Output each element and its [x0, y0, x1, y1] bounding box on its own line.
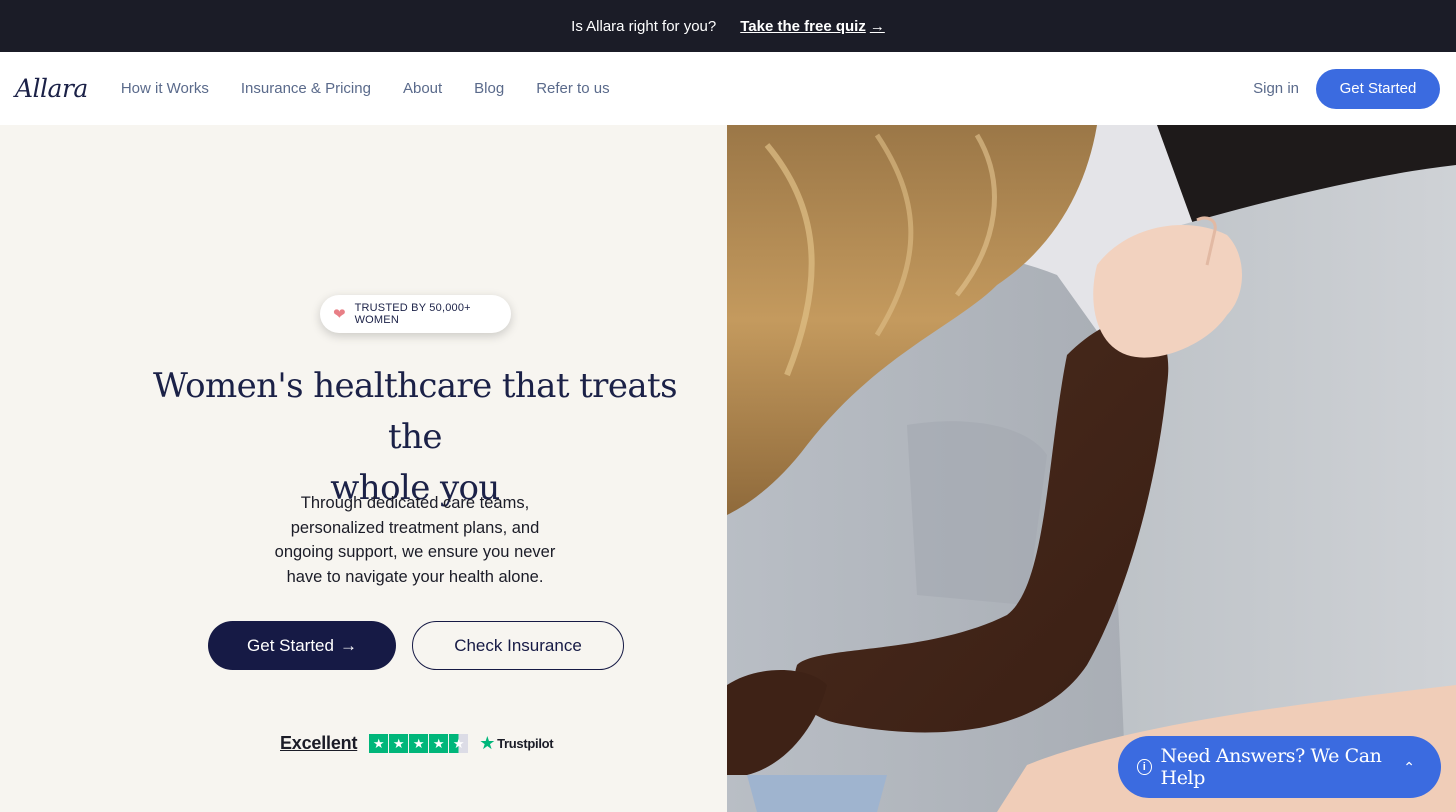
hero-photo-illustration: [727, 125, 1456, 812]
nav-link-insurance-pricing[interactable]: Insurance & Pricing: [241, 80, 371, 97]
chevron-up-icon: ⌃: [1403, 758, 1415, 775]
allara-logo[interactable]: Allara: [15, 74, 88, 103]
main-nav: Allara How it Works Insurance & Pricing …: [0, 52, 1456, 125]
star-icon: ★: [429, 734, 449, 753]
help-chat-widget[interactable]: i Need Answers? We Can Help ⌃: [1118, 736, 1441, 798]
help-widget-label: Need Answers? We Can Help: [1160, 745, 1382, 789]
take-quiz-link[interactable]: Take the free quiz →: [740, 18, 885, 35]
nav-link-about[interactable]: About: [403, 80, 442, 97]
nav-get-started-button[interactable]: Get Started: [1316, 68, 1440, 109]
star-icon: ★: [409, 734, 429, 753]
hero-get-started-button[interactable]: Get Started →: [208, 621, 396, 670]
hero-photo: [727, 125, 1456, 812]
sign-in-link[interactable]: Sign in: [1253, 80, 1299, 97]
nav-actions: Sign in Get Started: [1253, 68, 1440, 109]
arrow-right-icon: →: [869, 17, 885, 35]
nav-link-blog[interactable]: Blog: [474, 80, 504, 97]
trustpilot-rating[interactable]: Excellent ★ ★ ★ ★ ★ ★ Trustpilot: [280, 733, 554, 754]
info-icon: i: [1137, 759, 1152, 775]
hero-content: ❤ TRUSTED BY 50,000+ WOMEN Women's healt…: [0, 125, 727, 812]
take-quiz-label: Take the free quiz: [740, 17, 866, 35]
hero-subtitle: Through dedicated care teams, personaliz…: [274, 494, 556, 586]
hero-headline-line1: Women's healthcare that treats the: [153, 366, 678, 457]
nav-link-how-it-works[interactable]: How it Works: [121, 80, 209, 97]
star-icon: ★: [389, 734, 409, 753]
nav-link-refer[interactable]: Refer to us: [536, 80, 609, 97]
star-icon: ★: [369, 734, 389, 753]
hero-get-started-label: Get Started: [247, 635, 334, 655]
half-star-icon: ★: [449, 734, 469, 753]
trustpilot-logo: ★ Trustpilot: [479, 733, 553, 754]
announcement-bar: Is Allara right for you? Take the free q…: [0, 0, 1456, 52]
trusted-badge: ❤ TRUSTED BY 50,000+ WOMEN: [320, 295, 511, 333]
trusted-badge-text: TRUSTED BY 50,000+ WOMEN: [354, 302, 471, 326]
trustpilot-stars: ★ ★ ★ ★ ★: [369, 734, 469, 753]
trustpilot-rating-text[interactable]: Excellent: [280, 733, 357, 754]
arrow-right-icon: →: [339, 635, 357, 655]
trustpilot-brand: Trustpilot: [497, 736, 554, 751]
announcement-question: Is Allara right for you?: [571, 17, 717, 35]
nav-links: How it Works Insurance & Pricing About B…: [121, 80, 642, 97]
heart-icon: ❤: [333, 306, 346, 323]
check-insurance-button[interactable]: Check Insurance: [412, 621, 624, 670]
trustpilot-star-icon: ★: [479, 733, 496, 753]
